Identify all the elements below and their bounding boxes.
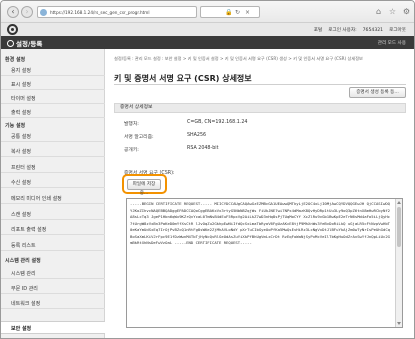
settings-icon <box>7 40 14 47</box>
home-icon[interactable]: ⌂ <box>373 6 384 17</box>
scroll-up-icon[interactable] <box>397 201 401 204</box>
sidebar-item-label: 표시 설정 <box>11 82 31 88</box>
issuer-label: 발행처: <box>124 122 139 127</box>
sidebar-item-label: 부문 ID 관리 <box>11 286 38 292</box>
sidebar-group-label: 환경 설정 <box>5 57 26 63</box>
sidebar-item-label: 메모리 미디어 인쇄 설정 <box>11 196 62 202</box>
sidebar-item-timer[interactable]: 타이머 설정 <box>1 92 105 104</box>
sidebar-item-network[interactable]: 네트워크 설정 <box>1 297 105 309</box>
app-title-text: 설정/등록 <box>16 40 43 48</box>
main-content: 설정/등록 : 관리 모드 설정 : 보안 설정 > 키 및 인증서 설정 > … <box>105 49 414 338</box>
sidebar-item-common[interactable]: 공통 설정 <box>1 130 105 142</box>
public-key-value: RSA 2048-bit <box>187 146 219 151</box>
sidebar-item-receive[interactable]: 수신 설정 <box>1 176 105 188</box>
signature-algorithm-value: SHA256 <box>187 133 207 138</box>
sidebar-item-copy[interactable]: 복사 설정 <box>1 145 105 157</box>
back-icon[interactable]: ‹ <box>7 6 19 18</box>
sidebar-item-label: 공통 설정 <box>11 134 31 140</box>
sidebar-item-label: 네트워크 설정 <box>11 301 41 307</box>
sidebar-group-label: 기능 설정 <box>5 123 26 129</box>
return-button[interactable]: 증명서 생성 등록 등... <box>349 87 406 98</box>
breadcrumb: 설정/등록 : 관리 모드 설정 : 보안 설정 > 키 및 인증서 설정 > … <box>114 56 363 61</box>
logout-link[interactable]: 로그아웃 <box>389 28 406 33</box>
sidebar-item-label: 시스템 관리 <box>11 271 36 277</box>
sidebar-item-system-management[interactable]: 시스템 관리 <box>1 267 105 279</box>
public-key-label: 공개키: <box>124 148 139 153</box>
page-title: 키 및 증명서 서명 요구 (CSR) 상세정보 <box>114 74 252 83</box>
save-to-file-button[interactable]: 파일에 저장 중... <box>127 179 161 196</box>
section-title: 증명서 상세정보 <box>114 103 406 113</box>
forward-icon[interactable]: › <box>21 6 33 18</box>
sidebar-item-security[interactable]: 보안 설정 <box>1 321 105 334</box>
sidebar-item-label: 복사 설정 <box>11 149 31 155</box>
address-actions: 🔒 ↻ × <box>200 6 260 18</box>
sidebar-item-department-id[interactable]: 부문 ID 관리 <box>1 282 105 294</box>
csr-scrollbar[interactable] <box>395 199 402 327</box>
sidebar: 환경 설정 용지 설정 표시 설정 타이머 설정 출력 설정 기능 설정 공통 … <box>1 49 105 338</box>
lock-icon[interactable]: 🔒 <box>225 9 232 16</box>
title-divider <box>114 84 406 85</box>
sidebar-item-label: 타이머 설정 <box>11 96 36 102</box>
issuer-value: C=GB, CN=192.168.1.24 <box>187 120 248 125</box>
sidebar-item-scan[interactable]: 스캔 설정 <box>1 208 105 220</box>
sidebar-item-report-output[interactable]: 리포트 출력 설정 <box>1 223 105 235</box>
sidebar-item-label: 리포트 출력 설정 <box>11 227 47 233</box>
sidebar-item-register-list[interactable]: 등록 리스트 <box>1 239 105 251</box>
sidebar-item-label: 프린터 설정 <box>11 165 36 171</box>
address-url: https://192.168.1.24/rs_sec_gen_csr_prog… <box>50 10 150 15</box>
sidebar-item-paper[interactable]: 용지 설정 <box>1 64 105 76</box>
portal-link[interactable]: 포털 <box>314 28 322 33</box>
sidebar-item-label: 수신 설정 <box>11 180 31 186</box>
title-bar: 설정/등록 관리 모드 사용 <box>1 36 414 49</box>
csr-text: -----BEGIN CERTIFICATE REQUEST----- MIIC… <box>130 201 391 245</box>
login-user-label: 로그인 사용자: <box>328 28 357 33</box>
sidebar-item-label: 스캔 설정 <box>11 212 31 218</box>
toppage-link[interactable]: 관리 모드 사용 <box>378 40 406 46</box>
login-user-id: 7654321 <box>362 28 384 33</box>
sidebar-item-display[interactable]: 표시 설정 <box>1 78 105 90</box>
signature-algorithm-label: 서명 알고리즘: <box>124 135 154 140</box>
scroll-thumb[interactable] <box>397 207 401 247</box>
sidebar-item-label: 용지 설정 <box>11 68 31 74</box>
scroll-down-icon[interactable] <box>397 322 401 325</box>
sidebar-item-printer[interactable]: 프린터 설정 <box>1 161 105 173</box>
site-icon <box>40 9 47 16</box>
address-bar[interactable]: https://192.168.1.24/rs_sec_gen_csr_prog… <box>37 6 197 18</box>
sidebar-group-system: 시스템 관리 설정 <box>1 254 105 266</box>
sidebar-item-label: 보안 설정 <box>11 326 32 332</box>
refresh-icon[interactable]: ↻ <box>235 9 240 16</box>
sidebar-item-label: 출력 설정 <box>11 110 31 116</box>
sidebar-group-label: 시스템 관리 설정 <box>5 258 41 264</box>
app-title: 설정/등록 <box>7 38 42 48</box>
sidebar-item-memory-media-print[interactable]: 메모리 미디어 인쇄 설정 <box>1 192 105 204</box>
logo-icon <box>7 24 18 35</box>
star-icon[interactable]: ☆ <box>387 6 398 17</box>
app-header: 포털 로그인 사용자: 7654321 로그아웃 <box>1 23 414 36</box>
gear-icon[interactable]: ⚙ <box>401 6 412 17</box>
browser-toolbar: ‹ › https://192.168.1.24/rs_sec_gen_csr_… <box>1 1 414 23</box>
close-icon[interactable]: × <box>245 9 250 16</box>
sidebar-item-output[interactable]: 출력 설정 <box>1 106 105 118</box>
user-bar: 포털 로그인 사용자: 7654321 로그아웃 <box>308 27 406 33</box>
sidebar-item-label: 등록 리스트 <box>11 243 36 249</box>
browser-window: ‹ › https://192.168.1.24/rs_sec_gen_csr_… <box>0 0 415 339</box>
csr-textarea[interactable]: -----BEGIN CERTIFICATE REQUEST----- MIIC… <box>126 198 403 328</box>
